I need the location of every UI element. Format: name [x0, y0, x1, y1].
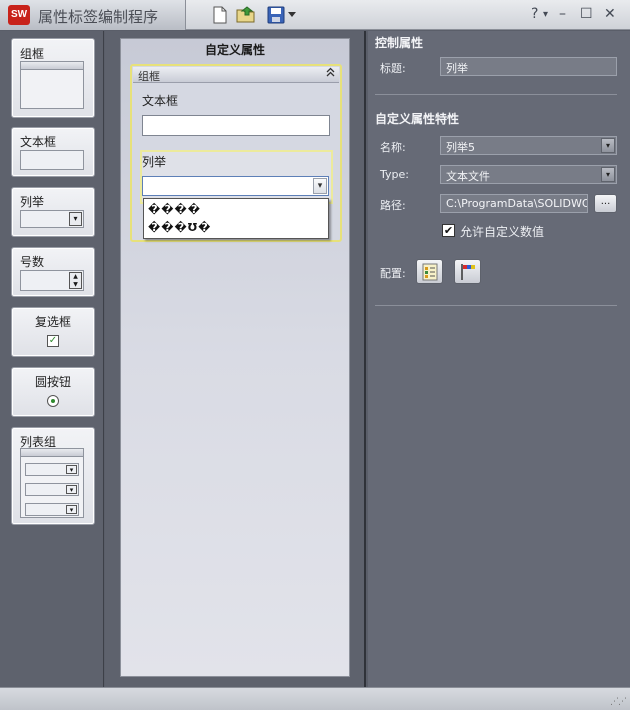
- tool-number[interactable]: 号数 ▲ ▼: [11, 247, 95, 297]
- tool-groupbox[interactable]: 组框: [11, 38, 95, 118]
- help-dropdown-icon[interactable]: ▾: [543, 9, 548, 20]
- config-label: 配置:: [380, 267, 406, 280]
- canvas-title: 自定义属性: [204, 43, 265, 57]
- config-flag-icon: [459, 263, 477, 284]
- chevron-down-icon[interactable]: ▾: [601, 138, 615, 153]
- name-select[interactable]: 列举5 ▾: [440, 136, 617, 155]
- config-list-icon: [421, 263, 439, 284]
- name-label: 名称:: [380, 141, 406, 154]
- tool-radio-label: 圆按钮: [34, 375, 71, 389]
- groupbox-preview-icon: [20, 61, 84, 109]
- config-list-button[interactable]: [416, 259, 443, 284]
- list-preview-icon: ▾: [20, 210, 84, 228]
- window-title: 属性标签编制程序: [38, 8, 159, 26]
- tool-groupbox-label: 组框: [20, 47, 45, 61]
- status-bar: ⋰⋰: [0, 687, 630, 710]
- name-select-value: 列举5: [446, 141, 475, 154]
- textbox-preview-icon: [20, 150, 84, 170]
- chevron-down-icon[interactable]: ▾: [313, 178, 327, 194]
- type-select-value: 文本文件: [446, 170, 490, 183]
- collapse-icon[interactable]: [326, 67, 335, 81]
- tool-list-label: 列举: [20, 195, 45, 209]
- type-label: Type:: [380, 168, 409, 181]
- control-toolbox: 组框 文本框 列举 ▾ 号数 ▲ ▼ 复选框 ✓ 圆按钮 列表组 ▾ ▾ ▾: [0, 31, 104, 687]
- maximize-button[interactable]: ☐: [580, 6, 593, 22]
- browse-button[interactable]: ...: [594, 194, 617, 213]
- caption-label: 标题:: [380, 62, 406, 75]
- config-flag-button[interactable]: [454, 259, 481, 284]
- checkbox-preview-icon: ✓: [47, 335, 59, 347]
- allow-custom-value-checkbox[interactable]: ✔: [442, 224, 455, 237]
- canvas-list-dropdown[interactable]: ���� ���Ʊ�: [143, 198, 329, 239]
- custom-properties-heading: 自定义属性特性: [375, 112, 460, 126]
- tool-textbox[interactable]: 文本框: [11, 127, 95, 177]
- title-bar: SW 属性标签编制程序 ? ▾ – ☐ ✕: [0, 0, 630, 30]
- solidworks-logo-icon: SW: [8, 5, 30, 25]
- groupbox-header[interactable]: 组框: [133, 67, 339, 83]
- tool-listgroup[interactable]: 列表组 ▾ ▾ ▾: [11, 427, 95, 525]
- property-panel: 控制属性 标题: 列举 自定义属性特性 名称: 列举5 ▾ Type: 文本文件…: [368, 31, 630, 687]
- divider: [375, 94, 617, 95]
- caption-input[interactable]: 列举: [440, 57, 617, 76]
- groupbox-header-label: 组框: [138, 70, 160, 83]
- property-page-canvas[interactable]: 自定义属性 组框 文本框 列举 ▾: [120, 38, 350, 677]
- save-dropdown-arrow-icon[interactable]: [286, 5, 298, 25]
- canvas-list-combo[interactable]: ▾: [142, 176, 329, 196]
- chevron-down-icon[interactable]: ▾: [601, 167, 615, 182]
- path-label: 路径:: [380, 199, 406, 212]
- new-document-icon[interactable]: [209, 5, 231, 25]
- path-input[interactable]: C:\ProgramData\SOLIDWORKS: [440, 194, 588, 213]
- allow-custom-value-label: 允许自定义数值: [460, 225, 545, 239]
- resize-grip-icon[interactable]: ⋰⋰: [610, 697, 627, 707]
- open-folder-icon[interactable]: [236, 5, 258, 25]
- dropdown-item[interactable]: ����: [148, 203, 201, 216]
- number-preview-icon: ▲ ▼: [20, 270, 84, 291]
- listgroup-preview-icon: ▾ ▾ ▾: [20, 448, 84, 518]
- divider: [375, 305, 617, 306]
- control-properties-heading: 控制属性: [375, 36, 424, 50]
- canvas-textbox-label: 文本框: [142, 94, 179, 108]
- tool-checkbox-label: 复选框: [34, 315, 71, 329]
- tool-checkbox[interactable]: 复选框 ✓: [11, 307, 95, 357]
- canvas-textbox-input[interactable]: [142, 115, 330, 136]
- app-tab: SW 属性标签编制程序: [0, 0, 186, 30]
- tool-number-label: 号数: [20, 255, 45, 269]
- tool-textbox-label: 文本框: [20, 135, 57, 149]
- minimize-button[interactable]: –: [559, 6, 566, 22]
- tool-list[interactable]: 列举 ▾: [11, 187, 95, 237]
- save-icon[interactable]: [265, 5, 287, 25]
- close-button[interactable]: ✕: [604, 6, 616, 22]
- type-select[interactable]: 文本文件 ▾: [440, 165, 617, 184]
- radio-preview-icon: [47, 395, 59, 407]
- canvas-list-label: 列举: [142, 155, 167, 169]
- dropdown-item[interactable]: ���Ʊ�: [148, 221, 211, 234]
- tool-radio[interactable]: 圆按钮: [11, 367, 95, 417]
- help-button[interactable]: ?: [531, 6, 538, 22]
